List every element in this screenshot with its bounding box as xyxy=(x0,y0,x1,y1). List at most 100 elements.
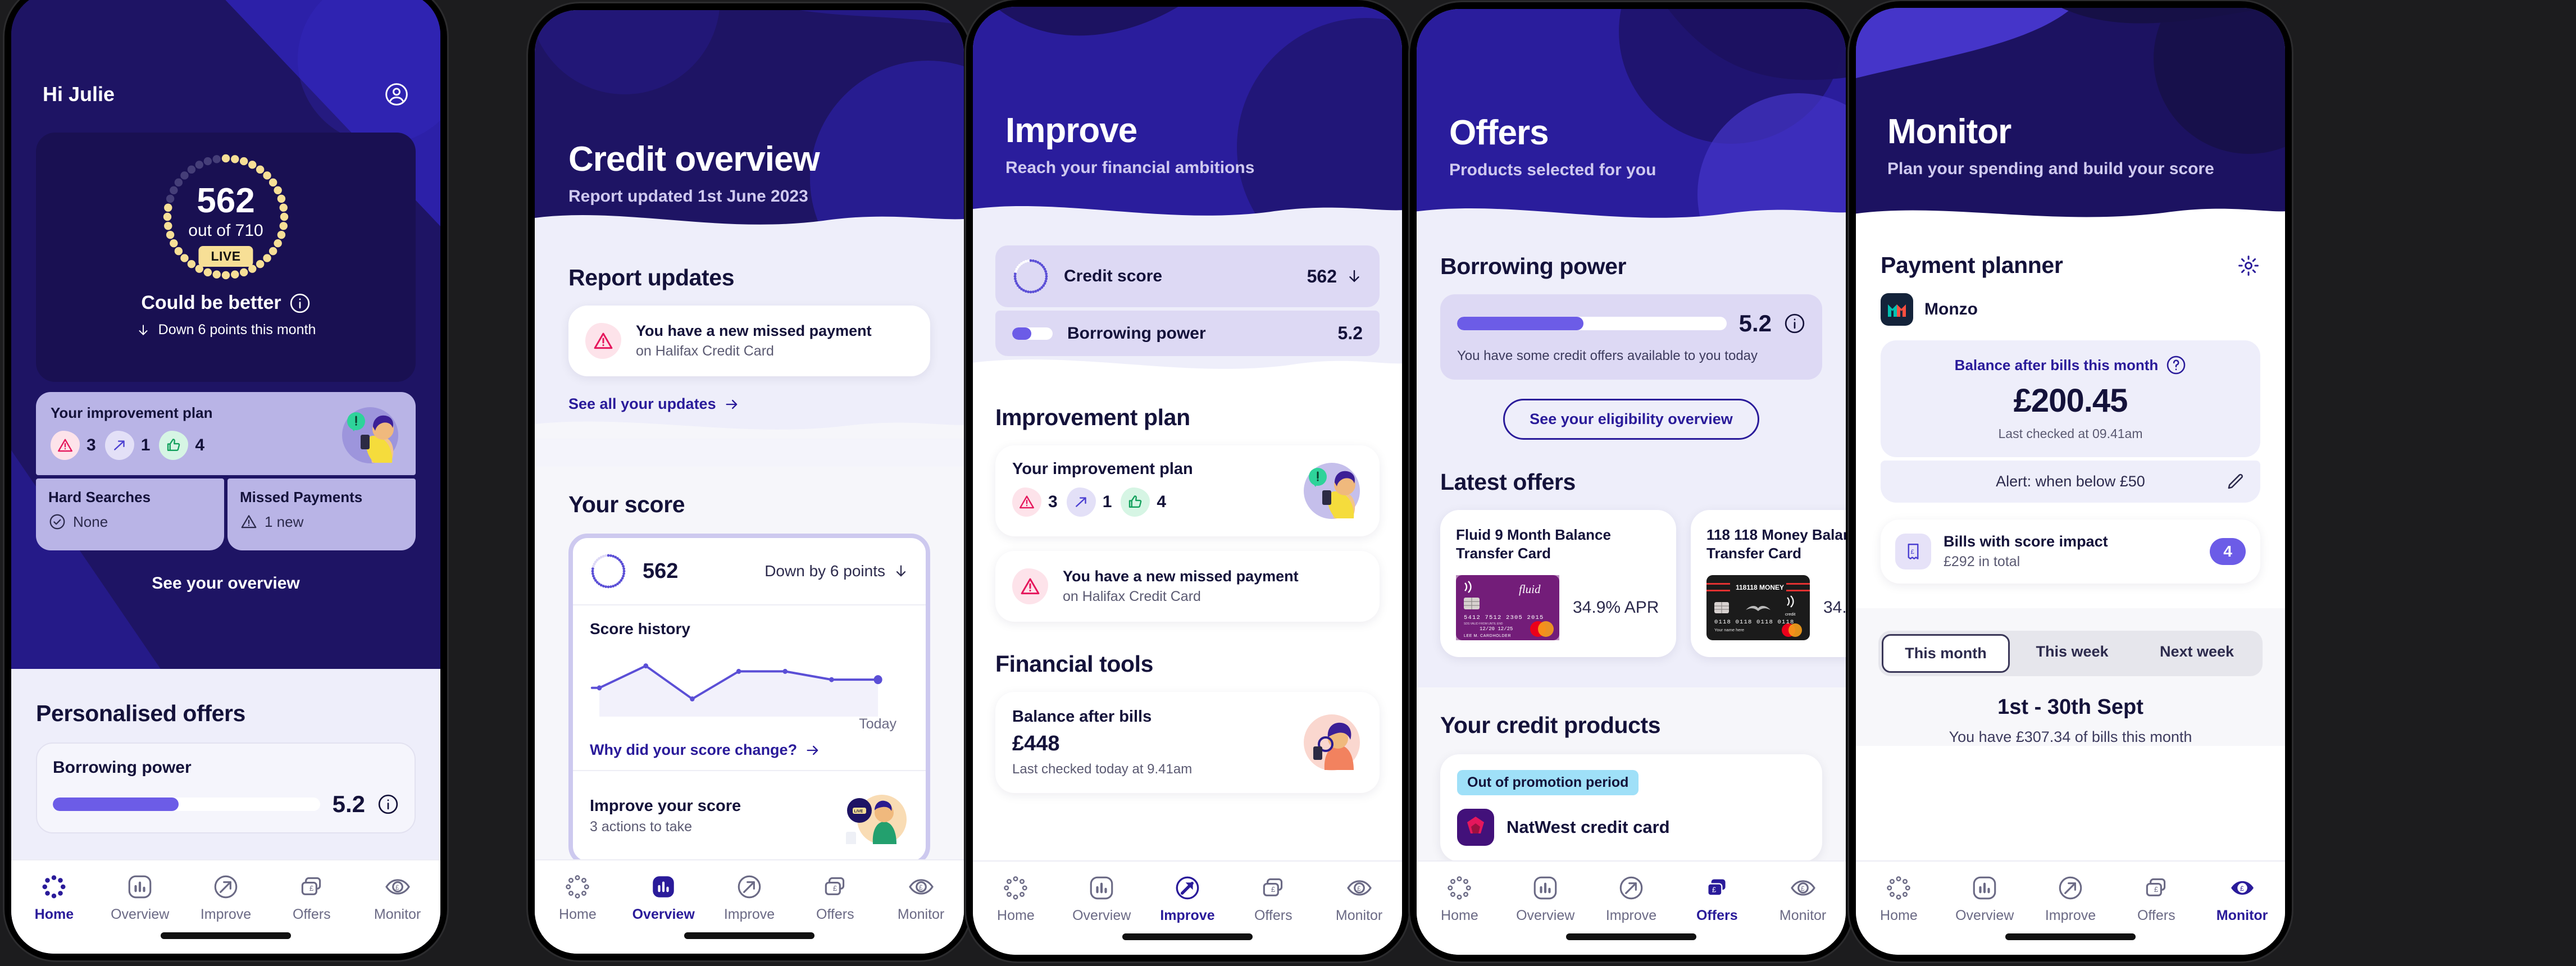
tab-offers[interactable]: £ Offers xyxy=(1674,872,1760,924)
section-wave-divider xyxy=(535,421,964,439)
tab-offers[interactable]: £ Offers xyxy=(268,871,354,923)
chip-improvements[interactable]: 1 xyxy=(104,431,150,460)
see-overview-link[interactable]: See your overview xyxy=(11,574,440,593)
tab-label: Home xyxy=(997,908,1035,923)
credit-product-card[interactable]: Out of promotion period NatWest credit c… xyxy=(1440,754,1822,862)
why-score-changed-link[interactable]: Why did your score change? xyxy=(590,741,821,759)
warning-triangle-icon xyxy=(1012,487,1041,517)
arrow-up-right-circle-icon xyxy=(1589,872,1674,904)
tab-improve[interactable]: Improve xyxy=(707,871,793,923)
score-panel[interactable]: 562 Down by 6 points Score history Today… xyxy=(568,534,930,865)
phone-screen: Hi Julie 562 out of 710 LIVE Could be be… xyxy=(11,0,440,954)
borrowing-power-bar xyxy=(1457,317,1727,330)
tab-overview[interactable]: Overview xyxy=(1059,872,1145,924)
segment-this-week[interactable]: This week xyxy=(2010,634,2134,673)
tab-home[interactable]: Home xyxy=(1417,872,1503,924)
segment-this-month[interactable]: This month xyxy=(1882,634,2010,673)
tile-hard-searches[interactable]: Hard Searches None xyxy=(36,479,224,550)
account-circle-icon[interactable] xyxy=(384,82,409,107)
credit-score-card[interactable]: 562 out of 710 LIVE Could be better Down… xyxy=(36,133,416,382)
greeting-text: Hi Julie xyxy=(43,83,115,106)
tool-title: Balance after bills xyxy=(1012,708,1152,726)
progress-bar-icon xyxy=(1012,327,1053,340)
info-icon[interactable] xyxy=(377,794,399,815)
eligibility-overview-button[interactable]: See your eligibility overview xyxy=(1503,399,1759,440)
tab-monitor[interactable]: £ Monitor xyxy=(878,871,964,923)
svg-text:LEE M. CARDHOLDER: LEE M. CARDHOLDER xyxy=(1464,634,1511,638)
tab-improve[interactable]: Improve xyxy=(1145,872,1231,924)
tab-monitor[interactable]: £ Monitor xyxy=(1760,872,1846,924)
tab-improve[interactable]: Improve xyxy=(2028,872,2114,924)
svg-text:Your name here: Your name here xyxy=(1714,627,1744,632)
tab-improve[interactable]: Improve xyxy=(183,871,269,923)
info-icon[interactable] xyxy=(289,293,311,314)
borrowing-power-box[interactable]: 5.2 You have some credit offers availabl… xyxy=(1440,294,1822,380)
bills-with-score-impact-card[interactable]: £ Bills with score impact £292 in total … xyxy=(1881,520,2260,584)
tab-offers[interactable]: £ Offers xyxy=(792,871,878,923)
bottom-tab-bar: Home Overview Improve £ Offers £ Monitor xyxy=(11,859,440,954)
improvement-plan-card[interactable]: Your improvement plan 3 1 4 xyxy=(36,392,416,475)
tile-title: Hard Searches xyxy=(48,489,151,505)
chip-warnings-count: 3 xyxy=(1048,493,1058,511)
chip-warnings[interactable]: 3 xyxy=(51,431,96,460)
summary-row-credit-score[interactable]: Credit score 562 xyxy=(995,245,1380,307)
arrow-right-icon xyxy=(805,742,821,758)
home-indicator xyxy=(684,932,814,939)
product-name: NatWest credit card xyxy=(1507,817,1670,837)
chart-today-label: Today xyxy=(859,716,896,732)
improvement-plan-title: Your improvement plan xyxy=(1012,460,1193,478)
home-indicator xyxy=(161,932,291,939)
chip-good[interactable]: 4 xyxy=(159,431,204,460)
tab-overview[interactable]: Overview xyxy=(97,871,183,923)
balance-after-bills-card[interactable]: Balance after bills £448 Last checked to… xyxy=(995,692,1380,793)
tab-label: Monitor xyxy=(1779,908,1827,923)
tab-label: Home xyxy=(34,906,74,922)
gear-icon[interactable] xyxy=(2237,254,2260,277)
alert-threshold-row[interactable]: Alert: when below £50 xyxy=(1881,461,2260,503)
svg-text:£: £ xyxy=(1911,549,1915,555)
chip-improvements[interactable]: 1 xyxy=(1066,487,1112,517)
link-label: See all your updates xyxy=(568,395,716,412)
score-panel-header: 562 Down by 6 points xyxy=(573,538,926,605)
pencil-icon[interactable] xyxy=(2225,472,2246,492)
tab-monitor[interactable]: £ Monitor xyxy=(1316,872,1402,924)
connected-bank-row[interactable]: Monzo xyxy=(1881,293,2260,326)
tab-improve[interactable]: Improve xyxy=(1589,872,1674,924)
report-update-item[interactable]: You have a new missed payment on Halifax… xyxy=(568,306,930,376)
tab-offers[interactable]: £ Offers xyxy=(1230,872,1316,924)
arrow-up-right-icon xyxy=(104,431,134,460)
tab-monitor[interactable]: £ Monitor xyxy=(354,871,440,923)
period-segmented-control[interactable]: This month This week Next week xyxy=(1878,631,2263,676)
tab-home[interactable]: Home xyxy=(11,871,97,923)
tab-overview[interactable]: Overview xyxy=(621,871,707,923)
dots-circle-icon xyxy=(11,871,97,903)
score-out-of: out of 710 xyxy=(188,221,263,240)
tile-missed-payments[interactable]: Missed Payments 1 new xyxy=(227,479,416,550)
improve-your-score-card[interactable]: Improve your score 3 actions to take LIV… xyxy=(573,770,926,861)
arrow-up-right-circle-icon xyxy=(1145,872,1231,904)
offer-card[interactable]: Fluid 9 Month Balance Transfer Card flui… xyxy=(1440,510,1676,657)
question-circle-icon[interactable] xyxy=(2166,355,2186,375)
borrowing-power-card[interactable]: Borrowing power 5.2 xyxy=(36,742,416,833)
tab-overview[interactable]: Overview xyxy=(1942,872,2028,924)
tab-label: Home xyxy=(1880,908,1918,923)
payment-planner-section: Payment planner Monzo Balance after bill… xyxy=(1856,230,2285,584)
tab-overview[interactable]: Overview xyxy=(1503,872,1589,924)
tab-home[interactable]: Home xyxy=(973,872,1059,924)
tab-home[interactable]: Home xyxy=(1856,872,1942,924)
latest-offers-carousel[interactable]: Fluid 9 Month Balance Transfer Card flui… xyxy=(1440,510,1846,657)
balance-box[interactable]: Balance after bills this month £200.45 L… xyxy=(1881,340,2260,457)
missed-payment-alert[interactable]: You have a new missed payment on Halifax… xyxy=(995,551,1380,622)
improve-card-title: Improve your score xyxy=(590,797,741,815)
improvement-plan-card[interactable]: Your improvement plan 3 1 4 xyxy=(995,445,1380,536)
page-title: Improve xyxy=(1005,111,1137,150)
tab-offers[interactable]: £ Offers xyxy=(2113,872,2199,924)
see-all-updates-link[interactable]: See all your updates xyxy=(568,395,740,413)
chip-warnings[interactable]: 3 xyxy=(1012,487,1058,517)
improvement-plan-chips: 3 1 4 xyxy=(1012,487,1193,517)
tab-monitor[interactable]: £ Monitor xyxy=(2199,872,2285,924)
chip-good[interactable]: 4 xyxy=(1121,487,1166,517)
tab-home[interactable]: Home xyxy=(535,871,621,923)
segment-next-week[interactable]: Next week xyxy=(2134,634,2259,673)
natwest-logo-icon xyxy=(1457,809,1494,846)
